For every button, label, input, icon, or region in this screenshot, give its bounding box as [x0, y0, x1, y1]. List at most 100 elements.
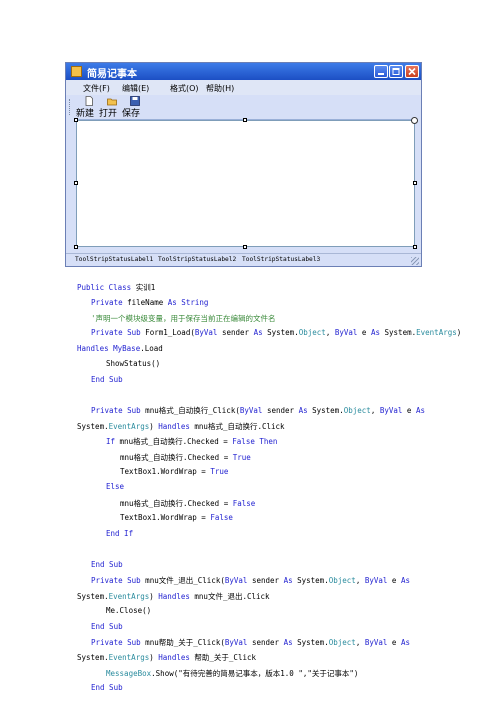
code-token: As	[298, 406, 308, 415]
code-token: System.	[77, 592, 109, 601]
code-line: mnu格式_自动换行.Checked = False	[120, 498, 255, 509]
code-line: End Sub	[91, 683, 123, 692]
code-line: If mnu格式_自动换行.Checked = False Then	[106, 436, 277, 447]
code-token: mnu格式_自动换行_Click(	[140, 406, 240, 415]
code-token: Object	[328, 576, 356, 585]
code-token: EventArgs	[108, 653, 150, 662]
code-token: If	[106, 437, 116, 446]
code-token: sender	[262, 406, 299, 415]
code-token: Private Sub	[91, 576, 141, 585]
code-token: Form1_Load(	[140, 328, 195, 337]
code-token: ByVal	[334, 328, 358, 337]
code-token: ByVal	[364, 576, 388, 585]
code-token: mnu帮助_关于_Click(	[140, 638, 225, 647]
code-token: e	[357, 328, 371, 337]
code-comment: '声明一个模块级变量，用于保存当前正在编辑的文件名	[91, 314, 276, 323]
code-token: Handles	[158, 653, 190, 662]
code-token: ByVal	[239, 406, 263, 415]
code-line: Handles MyBase.Load	[77, 344, 163, 353]
code-line: mnu格式_自动换行.Checked = True	[120, 452, 251, 463]
code-token: System.	[292, 638, 329, 647]
code-token: Public Class	[77, 283, 132, 292]
code-token: Private Sub	[91, 638, 141, 647]
code-token: EventArgs	[416, 328, 457, 337]
code-line: Me.Close()	[106, 606, 152, 615]
code-token: ,	[325, 328, 335, 337]
code-token: e	[387, 638, 401, 647]
code-token: True	[232, 453, 251, 462]
code-token: ,	[370, 406, 380, 415]
code-line: Private Sub mnu格式_自动换行_Click(ByVal sende…	[91, 405, 425, 416]
code-token: Object	[328, 638, 356, 647]
code-line: TextBox1.WordWrap = True	[120, 467, 228, 476]
code-token: Handles	[158, 592, 190, 601]
code-token: sender	[247, 576, 284, 585]
code-token: sender	[217, 328, 254, 337]
code-token: MessageBox	[106, 669, 152, 678]
code-token: Object	[343, 406, 371, 415]
code-token: mnu格式_自动换行.Click	[189, 422, 285, 431]
code-token: EventArgs	[108, 422, 150, 431]
code-token: As String	[167, 298, 209, 307]
code-token: mnu格式_自动换行.Checked =	[120, 499, 233, 508]
code-token: False	[210, 513, 233, 522]
code-token: fileName	[122, 298, 168, 307]
code-line: ShowStatus()	[106, 359, 161, 368]
code-token: System.	[380, 328, 417, 337]
code-token: mnu文件_退出_Click(	[140, 576, 225, 585]
code-line: MessageBox.Show("有待完善的简易记事本，版本1.0 ","关于记…	[106, 668, 358, 679]
code-token: As	[370, 328, 380, 337]
code-line: End Sub	[91, 622, 123, 631]
code-token: )	[149, 592, 159, 601]
code-line: Private Sub mnu文件_退出_Click(ByVal sender …	[91, 575, 410, 586]
code-listing: Public Class 实训1 Private fileName As Str…	[0, 0, 496, 702]
code-line: End Sub	[91, 560, 123, 569]
code-line: End If	[106, 529, 134, 538]
code-token: ,	[355, 576, 365, 585]
code-token: MyBase	[113, 344, 141, 353]
code-token: As	[400, 638, 410, 647]
code-line: TextBox1.WordWrap = False	[120, 513, 233, 522]
code-token: sender	[247, 638, 284, 647]
code-token: False Then	[232, 437, 278, 446]
code-line: End Sub	[91, 375, 123, 384]
code-token: Object	[298, 328, 326, 337]
code-token: Private	[91, 298, 123, 307]
code-token: As	[415, 406, 425, 415]
code-token: Private Sub	[91, 328, 141, 337]
code-token: TextBox1.WordWrap =	[120, 467, 211, 476]
code-token: System.	[307, 406, 344, 415]
code-line: Public Class 实训1	[77, 282, 155, 293]
code-line: System.EventArgs) Handles mnu格式_自动换行.Cli…	[77, 421, 285, 432]
code-token: As	[253, 328, 263, 337]
code-token: .Load	[140, 344, 163, 353]
code-line: System.EventArgs) Handles 帮助_关于_Click	[77, 652, 256, 663]
code-token: )	[149, 422, 159, 431]
code-token: Private Sub	[91, 406, 141, 415]
code-token: ByVal	[364, 638, 388, 647]
code-line: Private fileName As String	[91, 298, 208, 307]
code-token: Handles	[158, 422, 190, 431]
code-token: ByVal	[224, 638, 248, 647]
code-token: As	[283, 576, 293, 585]
code-token: Handles	[77, 344, 109, 353]
code-token: ByVal	[379, 406, 403, 415]
code-token: True	[210, 467, 229, 476]
code-token: System.	[77, 653, 109, 662]
code-token: EventArgs	[108, 592, 150, 601]
code-token: ByVal	[224, 576, 248, 585]
code-token: As	[400, 576, 410, 585]
code-token: mnu格式_自动换行.Checked =	[115, 437, 233, 446]
code-token: System.	[262, 328, 299, 337]
code-token: False	[232, 499, 256, 508]
code-token: TextBox1.WordWrap =	[120, 513, 211, 522]
code-token: 帮助_关于_Click	[189, 653, 257, 662]
code-token: As	[283, 638, 293, 647]
code-line: Private Sub mnu帮助_关于_Click(ByVal sender …	[91, 637, 410, 648]
code-line: System.EventArgs) Handles mnu文件_退出.Click	[77, 591, 270, 602]
code-token: mnu格式_自动换行.Checked =	[120, 453, 233, 462]
code-token: mnu文件_退出.Click	[189, 592, 270, 601]
code-token: )	[149, 653, 159, 662]
code-token: )	[456, 328, 462, 337]
code-line: Else	[106, 482, 125, 491]
